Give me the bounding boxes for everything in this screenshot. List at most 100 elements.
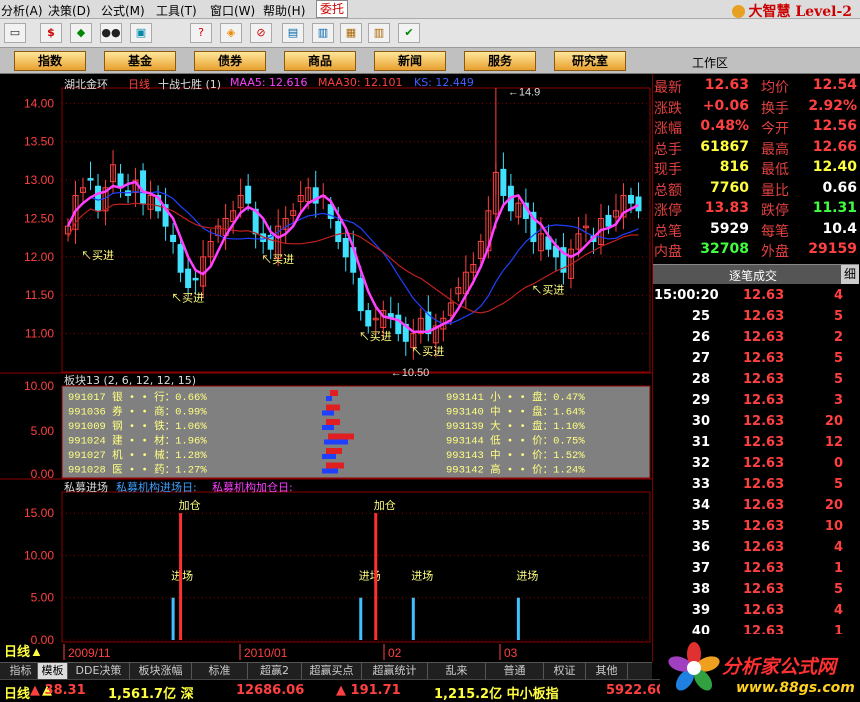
quote-label: 每笔	[761, 223, 789, 240]
tick-volume: 20	[824, 414, 843, 429]
tick-volume: 10	[824, 519, 843, 534]
candle-body	[395, 314, 402, 335]
tick-row: 32 12.63 0	[653, 456, 859, 477]
candle-body	[192, 277, 199, 281]
ticks-detail-tab[interactable]: 细	[841, 265, 859, 284]
nav-news-button[interactable]: 新闻	[374, 51, 446, 71]
candle-body	[605, 214, 612, 227]
nav-fund-button[interactable]: 基金	[104, 51, 176, 71]
menu-analysis[interactable]: 分析(A)	[1, 2, 43, 19]
tick-price: 12.63	[743, 330, 785, 345]
ticks-title: 逐笔成交	[729, 269, 778, 283]
private-title: 私募进场	[64, 481, 108, 494]
tab-item[interactable]: 其他	[586, 663, 628, 679]
status-period[interactable]: 日线	[4, 683, 30, 702]
tick-time: 34	[691, 498, 710, 513]
menu-tools[interactable]: 工具(T)	[156, 2, 197, 19]
tick-time: 32	[691, 456, 710, 471]
menu-decision[interactable]: 决策(D)	[48, 2, 91, 19]
tab-item[interactable]: 普通	[486, 663, 544, 679]
tab-item[interactable]: 模板	[38, 663, 68, 679]
gift-icon[interactable]: ▣	[130, 23, 152, 43]
tab-item[interactable]: 超赢买点	[302, 663, 362, 679]
status-sme-volume: 1,215.2亿 中小板指	[434, 687, 559, 702]
tick-row: 25 12.63 5	[653, 309, 859, 330]
candle-body	[245, 185, 252, 204]
block-bar	[326, 462, 344, 469]
tick-time: 38	[691, 582, 710, 597]
tab-item[interactable]: 超赢统计	[362, 663, 428, 679]
tick-row: 36 12.63 4	[653, 540, 859, 561]
question-icon[interactable]: ?	[190, 23, 212, 43]
quote-row: 现手 816 最低 12.40	[653, 159, 859, 179]
tab-item[interactable]: 权证	[544, 663, 586, 679]
books-icon[interactable]: ▥	[368, 23, 390, 43]
block-bar	[330, 390, 338, 396]
tab-item[interactable]: 板块涨幅	[130, 663, 192, 679]
tab-item[interactable]: 超赢2	[248, 663, 302, 679]
tick-row: 28 12.63 5	[653, 372, 859, 393]
tab-item[interactable]: DDE决策	[68, 663, 130, 679]
menu-formula[interactable]: 公式(M)	[101, 2, 145, 19]
tick-volume: 4	[833, 288, 843, 303]
period-label: 日线	[128, 78, 150, 91]
quote-label: 今开	[761, 121, 789, 137]
tick-row: 31 12.63 12	[653, 435, 859, 456]
dollar-icon[interactable]: $	[40, 23, 62, 43]
window2-icon[interactable]: ▦	[340, 23, 362, 43]
disk-icon[interactable]: ▤	[282, 23, 304, 43]
tab-item[interactable]: 指标	[4, 663, 38, 679]
private-pane-frame	[61, 491, 651, 643]
menu-trade[interactable]: 委托	[316, 0, 349, 18]
enter-label: 进场	[516, 569, 538, 583]
tick-price: 12.63	[743, 435, 785, 450]
tab-item[interactable]: 标准	[192, 663, 248, 679]
quote-row: 涨跌 +0.06 换手 2.92%	[653, 98, 859, 118]
block-row-text: 993139 大 • • 盘：1.10%	[446, 419, 585, 433]
tab-item[interactable]: 乱来	[428, 663, 486, 679]
diamond-icon[interactable]: ◈	[220, 23, 242, 43]
quote-row: 涨停 13.83 跌停 11.31	[653, 200, 859, 220]
nav-bond-button[interactable]: 债券	[194, 51, 266, 71]
status-sz-volume: 1,561.7亿 深	[108, 687, 194, 702]
chart-area[interactable]: 14.00 13.50 13.00 12.50 12.00 11.50 11.00 ←14.9…	[0, 74, 652, 662]
tick-volume: 2	[833, 330, 843, 345]
window-icon[interactable]: ▥	[312, 23, 334, 43]
menu-window[interactable]: 窗口(W)	[210, 2, 255, 19]
tick-volume: 5	[833, 477, 843, 492]
quote-label: 最高	[761, 141, 789, 158]
price-tick-label: 13.00	[24, 173, 54, 187]
block-bar	[324, 439, 348, 445]
block-bar	[326, 448, 342, 454]
block-row-text: 991027 机 • • 械：1.28%	[68, 448, 207, 462]
flag-icon[interactable]: ◆	[70, 23, 92, 43]
block-row-text: 991024 建 • • 材：1.96%	[68, 434, 207, 448]
nav-index-button[interactable]: 指数	[14, 51, 86, 71]
block-title: 板块13 (2, 6, 12, 12, 15)	[64, 374, 197, 387]
nav-service-button[interactable]: 服务	[464, 51, 536, 71]
ruler-icon[interactable]: ▭	[4, 23, 26, 43]
workarea-label[interactable]: 工作区	[692, 54, 728, 71]
nav-research-button[interactable]: 研究室	[554, 51, 626, 71]
tick-time: 28	[691, 372, 710, 387]
block-row-text: 993142 高 • • 价：1.24%	[446, 463, 585, 477]
binoculars-icon[interactable]: ●●	[100, 23, 122, 43]
enter-label: 进场	[411, 569, 433, 583]
tick-price: 12.63	[743, 477, 785, 492]
check-icon[interactable]: ✔	[398, 23, 420, 43]
tick-price: 12.63	[743, 603, 785, 618]
menu-help[interactable]: 帮助(H)	[263, 2, 305, 19]
chart-svg[interactable]: 14.00 13.50 13.00 12.50 12.00 11.50 11.00 ←14.9…	[0, 74, 652, 662]
tick-price: 12.63	[743, 582, 785, 597]
no-icon[interactable]: ⊘	[250, 23, 272, 43]
tick-row: 39 12.63 4	[653, 603, 859, 624]
block-tick-label: 0.00	[31, 467, 55, 481]
tick-price: 12.63	[743, 309, 785, 324]
tick-price: 12.63	[743, 498, 785, 513]
tick-time: 35	[691, 519, 710, 534]
nav-commodity-button[interactable]: 商品	[284, 51, 356, 71]
buy-signal-label: ↖买进	[261, 253, 294, 266]
quote-panel: 最新 12.63 均价 12.54 涨跌 +0.06 换手 2.92% 涨幅 0.48% 今开 12.…	[652, 74, 860, 662]
date-label: 02	[388, 646, 402, 660]
ma30-label: MAA30: 12.101	[318, 76, 403, 89]
